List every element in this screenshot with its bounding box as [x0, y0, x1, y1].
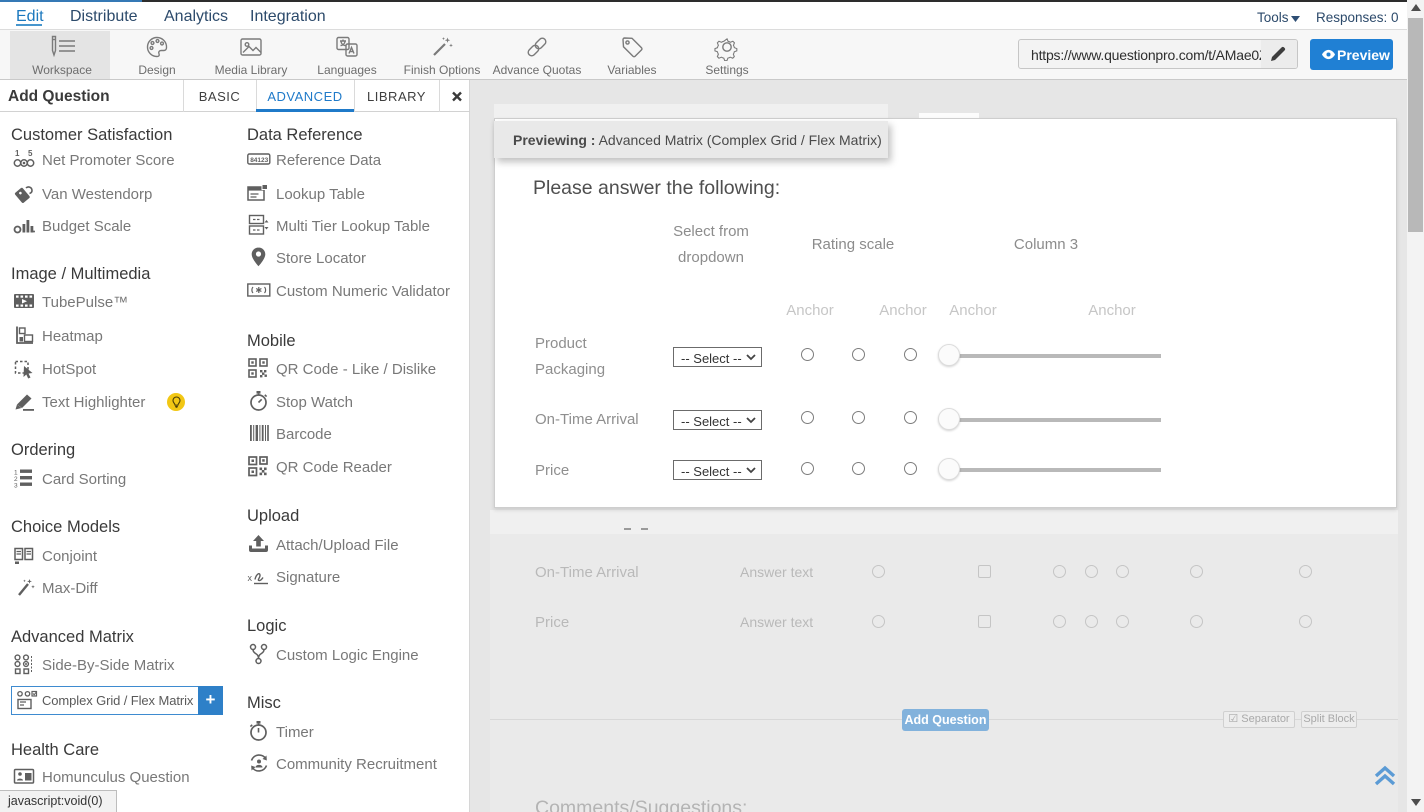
- svg-text:5: 5: [28, 149, 33, 158]
- svg-text:1: 1: [15, 149, 20, 158]
- svg-text:x: x: [248, 573, 253, 583]
- svg-text:3: 3: [14, 483, 18, 490]
- svg-text:84123: 84123: [250, 157, 268, 164]
